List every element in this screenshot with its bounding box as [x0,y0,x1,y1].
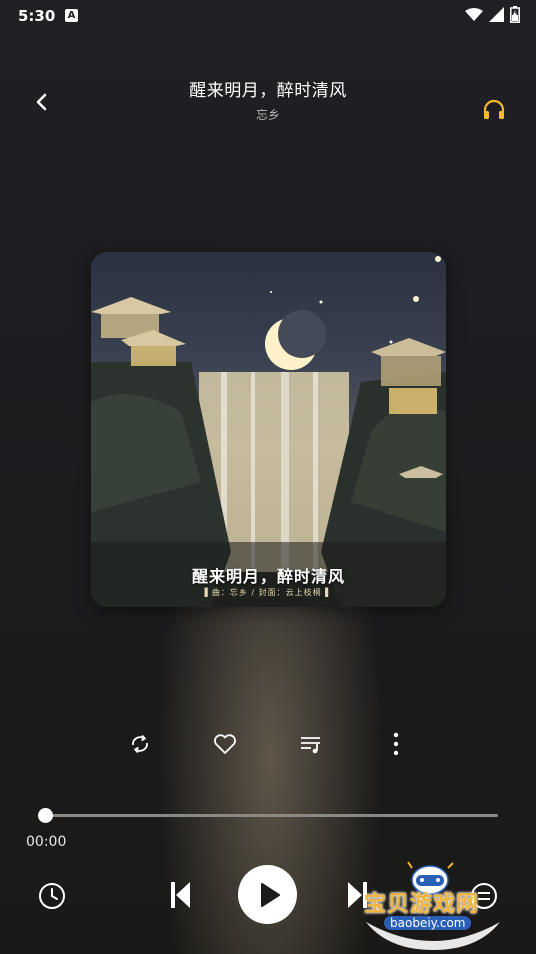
sleep-timer-button[interactable] [36,880,68,912]
more-vertical-icon [393,732,399,756]
artist-name[interactable]: 忘乡 [0,106,536,123]
clock-icon [39,883,65,909]
notification-icon: A [65,9,78,22]
progress-bar[interactable] [38,808,498,823]
favorite-button[interactable] [208,727,242,761]
cover-title: 醒来明月，醉时清风 [191,567,345,586]
previous-button[interactable] [164,878,196,912]
watermark-text: 宝贝游戏网 [364,892,480,917]
play-icon [260,882,280,907]
status-time: 5:30 [18,7,56,25]
audio-output-button[interactable] [482,98,506,122]
playlist-button[interactable] [294,727,328,761]
progress-handle[interactable] [38,808,53,823]
cover-artwork [91,256,446,607]
repeat-button[interactable] [123,727,157,761]
more-button[interactable] [379,727,413,761]
battery-icon [510,6,520,23]
album-cover[interactable]: 醒来明月，醉时清风 ▌曲：忘乡 / 封面：云上枝桐 ▌ [91,252,446,607]
watermark: 宝贝游戏网 baobeiy.com [358,860,508,954]
heart-icon [214,734,236,754]
repeat-icon [132,734,148,754]
headphones-icon [483,99,505,119]
previous-icon [171,882,190,908]
action-row [0,727,536,761]
player-header: 醒来明月，醉时清风 忘乡 [0,70,536,130]
wifi-icon [465,7,483,21]
playlist-icon [301,737,320,754]
status-icons [465,6,520,23]
current-time: 00:00 [26,834,67,850]
status-bar: 5:30 A [0,0,536,32]
cover-credit: ▌曲：忘乡 / 封面：云上枝桐 ▌ [204,588,333,597]
signal-icon [489,7,504,22]
song-title: 醒来明月，醉时清风 [189,81,347,101]
play-button[interactable] [238,865,297,924]
watermark-url: baobeiy.com [384,916,472,930]
